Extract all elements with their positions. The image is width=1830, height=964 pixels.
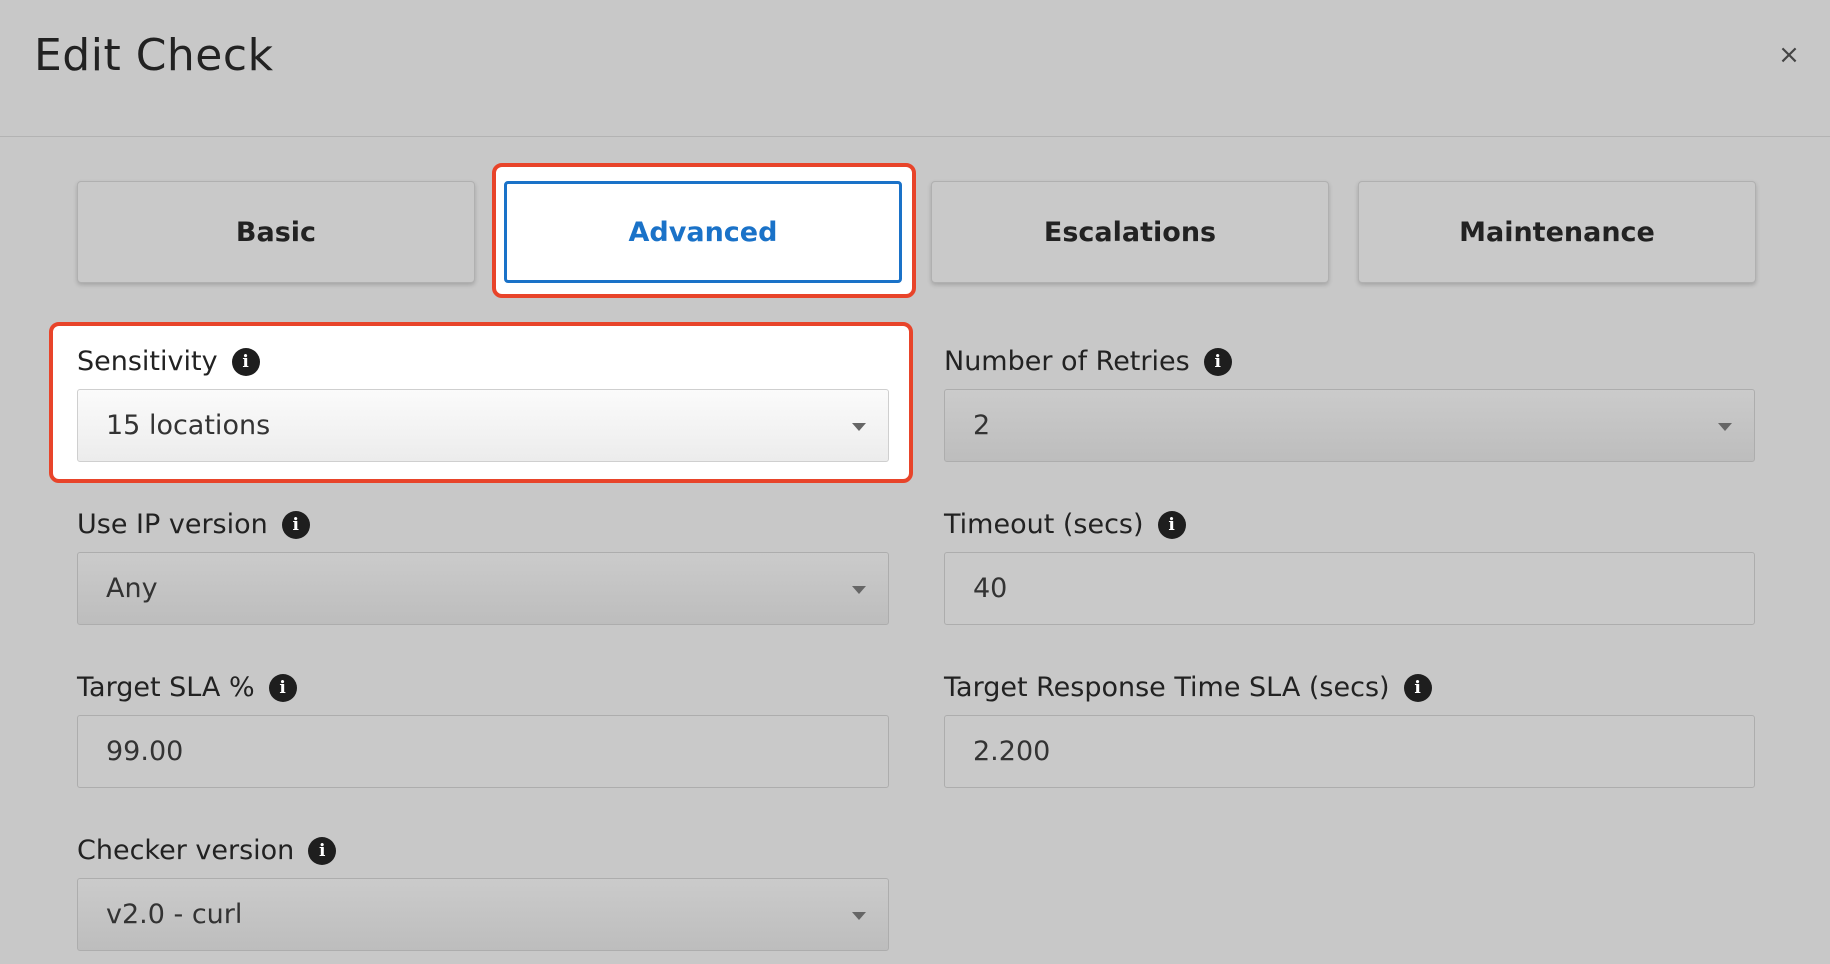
target-sla-label-text: Target SLA % <box>77 672 255 703</box>
response-sla-value: 2.200 <box>973 736 1051 767</box>
ip-version-label: Use IP version i <box>77 509 310 540</box>
checker-version-value: v2.0 - curl <box>106 899 243 930</box>
timeout-value: 40 <box>973 573 1008 604</box>
dialog-header: Edit Check × <box>0 0 1830 137</box>
info-icon[interactable]: i <box>1403 673 1432 702</box>
retries-value: 2 <box>973 410 991 441</box>
chevron-down-icon <box>852 586 866 594</box>
chevron-down-icon <box>852 423 866 431</box>
checker-version-label: Checker version i <box>77 835 337 866</box>
info-icon[interactable]: i <box>1157 510 1186 539</box>
info-icon[interactable]: i <box>231 347 260 376</box>
info-icon[interactable]: i <box>281 510 310 539</box>
sensitivity-select[interactable]: 15 locations <box>77 389 889 462</box>
info-icon[interactable]: i <box>308 836 337 865</box>
info-icon[interactable]: i <box>1203 347 1232 376</box>
info-icon[interactable]: i <box>268 673 297 702</box>
timeout-label: Timeout (secs) i <box>944 509 1186 540</box>
ip-version-value: Any <box>106 573 158 604</box>
checker-version-select[interactable]: v2.0 - curl <box>77 878 889 951</box>
response-sla-label-text: Target Response Time SLA (secs) <box>944 672 1390 703</box>
timeout-input[interactable]: 40 <box>944 552 1755 625</box>
ip-version-label-text: Use IP version <box>77 509 268 540</box>
response-sla-label: Target Response Time SLA (secs) i <box>944 672 1432 703</box>
retries-select[interactable]: 2 <box>944 389 1755 462</box>
tab-advanced[interactable]: Advanced <box>504 181 902 283</box>
chevron-down-icon <box>1718 423 1732 431</box>
chevron-down-icon <box>852 912 866 920</box>
tab-maintenance[interactable]: Maintenance <box>1358 181 1756 283</box>
retries-label: Number of Retries i <box>944 346 1232 377</box>
tab-basic[interactable]: Basic <box>77 181 475 283</box>
target-sla-input[interactable]: 99.00 <box>77 715 889 788</box>
target-sla-value: 99.00 <box>106 736 184 767</box>
retries-label-text: Number of Retries <box>944 346 1190 377</box>
checker-version-label-text: Checker version <box>77 835 295 866</box>
close-icon[interactable]: × <box>1776 42 1802 68</box>
dialog-title: Edit Check <box>34 30 274 81</box>
response-sla-input[interactable]: 2.200 <box>944 715 1755 788</box>
sensitivity-label-text: Sensitivity <box>77 346 218 377</box>
sensitivity-label: Sensitivity i <box>77 346 260 377</box>
sensitivity-value: 15 locations <box>106 410 271 441</box>
timeout-label-text: Timeout (secs) <box>944 509 1144 540</box>
tab-escalations[interactable]: Escalations <box>931 181 1329 283</box>
target-sla-label: Target SLA % i <box>77 672 297 703</box>
ip-version-select[interactable]: Any <box>77 552 889 625</box>
